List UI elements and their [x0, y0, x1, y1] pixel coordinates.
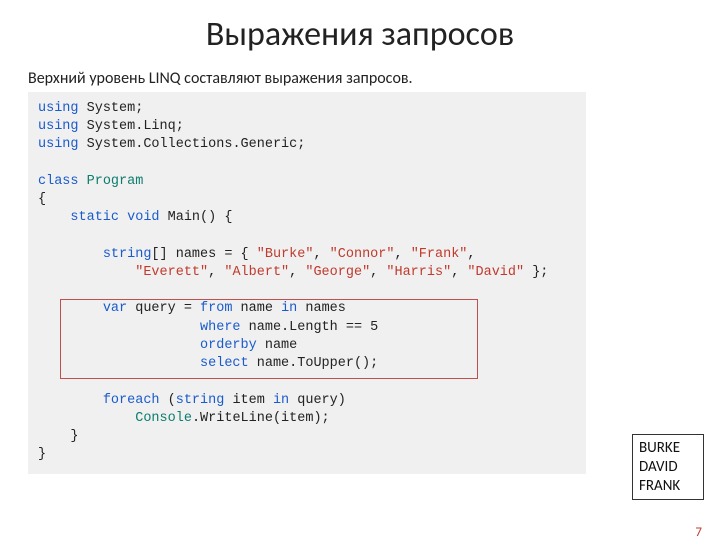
- output-line: BURKE: [639, 439, 697, 458]
- slide-title: Выражения запросов: [0, 14, 720, 55]
- page-number: 7: [695, 525, 702, 540]
- output-box: BURKE DAVID FRANK: [632, 434, 704, 500]
- output-line: FRANK: [639, 477, 697, 496]
- code-block: using System; using System.Linq; using S…: [28, 92, 586, 474]
- slide-subtitle: Верхний уровень LINQ составляют выражени…: [28, 69, 720, 88]
- output-line: DAVID: [639, 458, 697, 477]
